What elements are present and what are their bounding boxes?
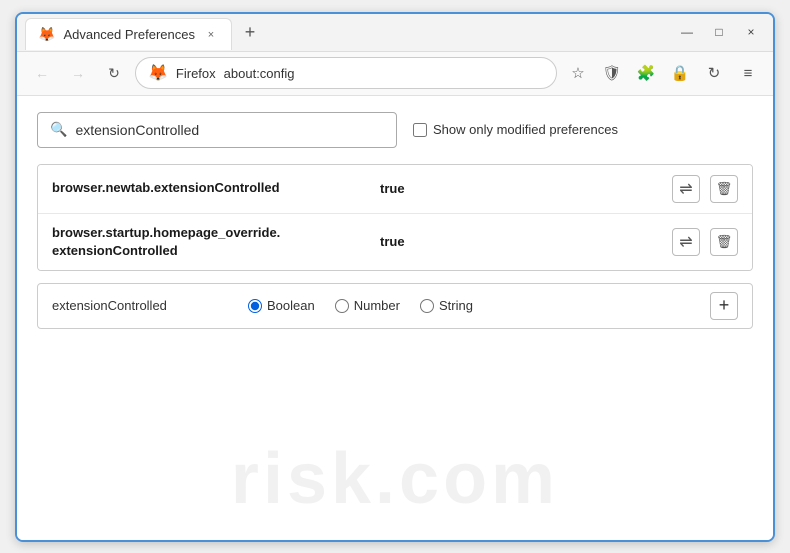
title-bar: 🦊 Advanced Preferences × + — □ × (17, 14, 773, 52)
radio-number-input[interactable] (335, 299, 349, 313)
extension-icon[interactable]: 🧩 (631, 58, 661, 88)
back-button[interactable]: ← (27, 58, 57, 88)
radio-string-label: String (439, 298, 473, 313)
page-content: risk.com 🔍 Show only modified preference… (17, 96, 773, 540)
arrows-icon-2 (679, 232, 692, 252)
window-controls: — □ × (673, 18, 765, 46)
pref-name-2-line1: browser.startup.homepage_override. (52, 225, 280, 240)
url-display: about:config (224, 66, 295, 81)
new-tab-button[interactable]: + (236, 18, 264, 46)
pref-name-2-line2: extensionControlled (52, 243, 178, 258)
radio-string[interactable]: String (420, 298, 473, 313)
tab-title: Advanced Preferences (63, 27, 195, 42)
radio-boolean-input[interactable] (248, 299, 262, 313)
nav-right-icons: ☆ 🛡 🧩 🔒 ↻ ≡ (563, 58, 763, 88)
pref-actions-2 (672, 228, 738, 256)
search-row: 🔍 Show only modified preferences (37, 112, 753, 148)
pref-value-1: true (372, 181, 672, 196)
add-pref-button[interactable]: + (710, 292, 738, 320)
radio-boolean-label: Boolean (267, 298, 315, 313)
watermark: risk.com (231, 438, 559, 520)
show-modified-label[interactable]: Show only modified preferences (413, 122, 618, 137)
tab-favicon: 🦊 (38, 26, 55, 43)
radio-string-input[interactable] (420, 299, 434, 313)
new-pref-row: extensionControlled Boolean Number Strin… (37, 283, 753, 329)
pref-name-1: browser.newtab.extensionControlled (52, 179, 372, 197)
shield-icon[interactable]: 🛡 (597, 58, 627, 88)
show-modified-checkbox[interactable] (413, 123, 427, 137)
bookmark-icon[interactable]: ☆ (563, 58, 593, 88)
arrows-icon (679, 179, 692, 199)
lock-icon[interactable]: 🔒 (665, 58, 695, 88)
search-input[interactable] (75, 122, 384, 138)
browser-name-label: Firefox (176, 66, 216, 81)
firefox-logo-icon: 🦊 (148, 63, 168, 83)
table-row[interactable]: browser.newtab.extensionControlled true (38, 165, 752, 214)
radio-number-label: Number (354, 298, 400, 313)
delete-button-1[interactable] (710, 175, 738, 203)
new-pref-name: extensionControlled (52, 298, 232, 313)
pref-actions-1 (672, 175, 738, 203)
close-button[interactable]: × (737, 18, 765, 46)
trash-icon-2 (716, 233, 733, 250)
delete-button-2[interactable] (710, 228, 738, 256)
maximize-button[interactable]: □ (705, 18, 733, 46)
tab-close-button[interactable]: × (203, 27, 219, 43)
address-bar[interactable]: 🦊 Firefox about:config (135, 57, 557, 89)
pref-value-2: true (372, 234, 672, 249)
show-modified-text: Show only modified preferences (433, 122, 618, 137)
radio-options: Boolean Number String (248, 298, 473, 313)
pref-name-2: browser.startup.homepage_override. exten… (52, 224, 372, 260)
search-icon: 🔍 (50, 121, 67, 138)
trash-icon (716, 180, 733, 197)
reload-button[interactable]: ↻ (99, 58, 129, 88)
toggle-button-2[interactable] (672, 228, 700, 256)
sync-icon[interactable]: ↻ (699, 58, 729, 88)
nav-bar: ← → ↻ 🦊 Firefox about:config ☆ 🛡 🧩 🔒 ↻ ≡ (17, 52, 773, 96)
forward-button[interactable]: → (63, 58, 93, 88)
minimize-button[interactable]: — (673, 18, 701, 46)
radio-number[interactable]: Number (335, 298, 400, 313)
menu-icon[interactable]: ≡ (733, 58, 763, 88)
table-row[interactable]: browser.startup.homepage_override. exten… (38, 214, 752, 270)
toggle-button-1[interactable] (672, 175, 700, 203)
browser-window: 🦊 Advanced Preferences × + — □ × ← → ↻ 🦊… (15, 12, 775, 542)
preferences-table: browser.newtab.extensionControlled true … (37, 164, 753, 271)
search-box[interactable]: 🔍 (37, 112, 397, 148)
radio-boolean[interactable]: Boolean (248, 298, 315, 313)
browser-tab[interactable]: 🦊 Advanced Preferences × (25, 18, 232, 50)
